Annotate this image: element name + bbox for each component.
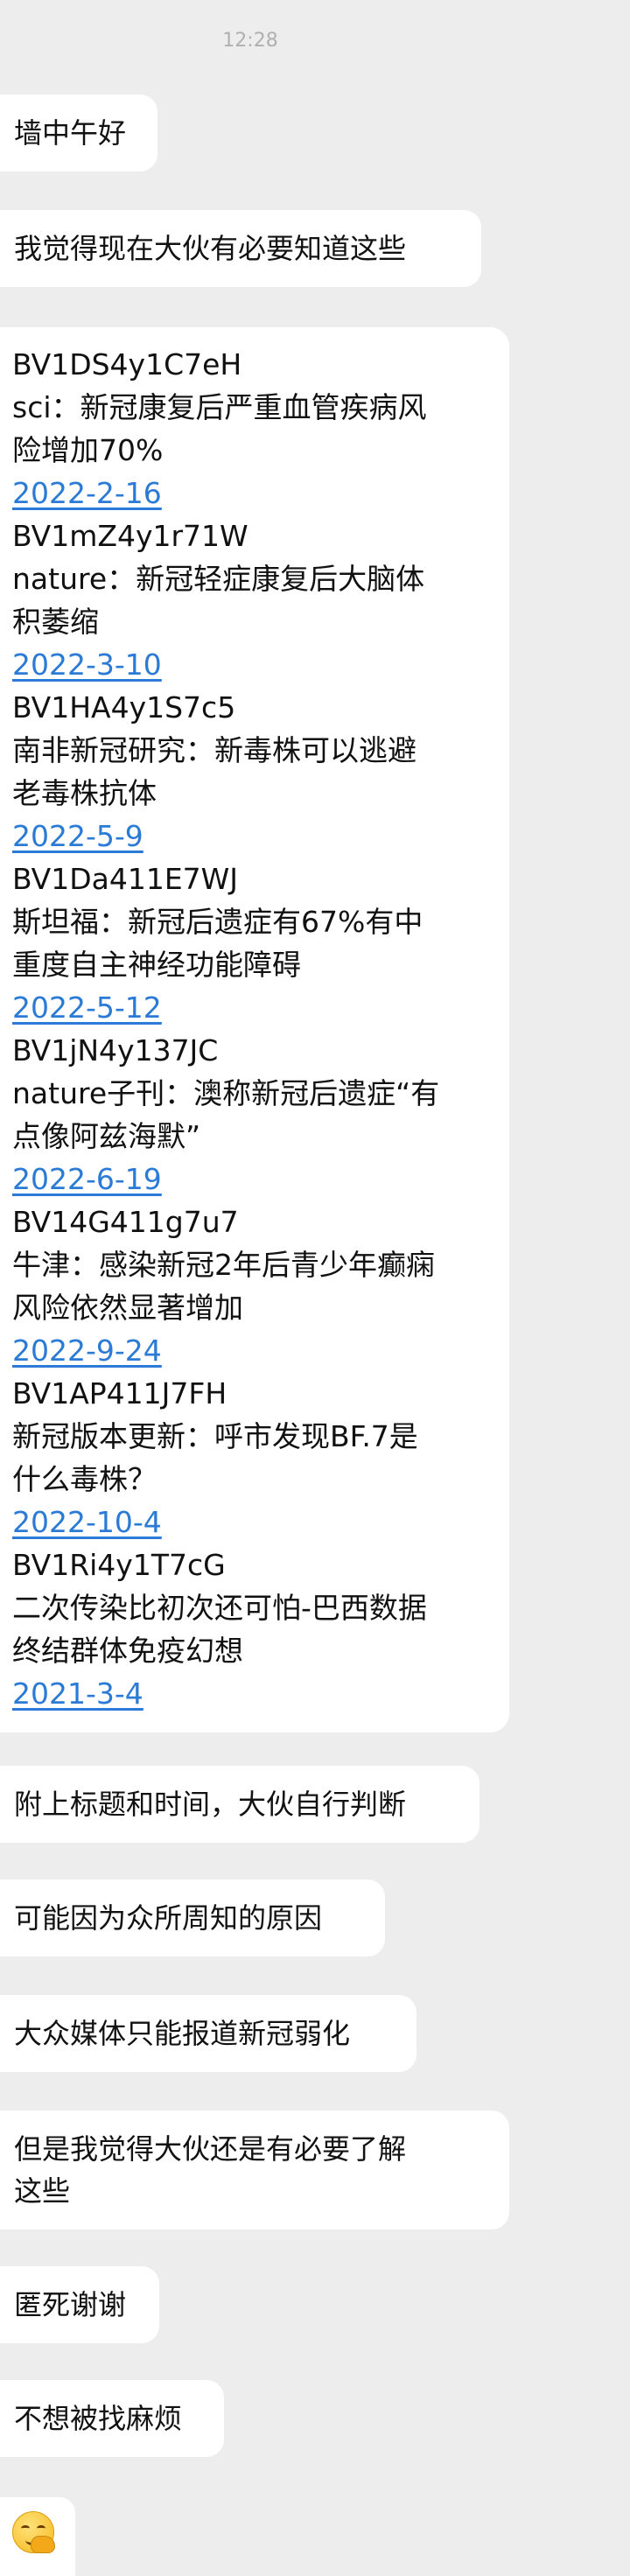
video-title: 二次传染比初次还可怕-巴西数据 终结群体免疫幻想 <box>12 1591 427 1668</box>
message-text: 可能因为众所周知的原因 <box>14 1901 323 1935</box>
message-text: 但是我觉得大伙还是有必要了解 <box>14 2132 407 2166</box>
video-title: 牛津：感染新冠2年后青少年癫痫 风险依然显著增加 <box>12 1248 435 1325</box>
video-title: nature子刊：澳称新冠后遗症“有 点像阿兹海默” <box>12 1076 440 1153</box>
video-title: sci：新冠康复后严重血管疾病风 险增加70% <box>12 390 427 467</box>
date-link[interactable]: 2022-3-10 <box>12 643 495 686</box>
video-id: BV1mZ4y1r71W <box>12 519 248 553</box>
video-id: BV1jN4y137JC <box>12 1033 219 1068</box>
video-id: BV1Ri4y1T7cG <box>12 1548 226 1582</box>
message-text: 我觉得现在大伙有必要知道这些 <box>14 232 407 265</box>
entry: BV14G411g7u7 牛津：感染新冠2年后青少年癫痫 风险依然显著增加 20… <box>12 1200 495 1372</box>
chat-message-list: BV1DS4y1C7eH sci：新冠康复后严重血管疾病风 险增加70% 202… <box>0 327 509 1732</box>
chat-message: 我觉得现在大伙有必要知道这些 <box>0 210 481 287</box>
video-title: 南非新冠研究：新毒株可以逃避 老毒株抗体 <box>12 733 416 810</box>
message-text: 墙中午好 <box>14 116 127 150</box>
date-link[interactable]: 2022-10-4 <box>12 1501 495 1544</box>
entry: BV1Ri4y1T7cG 二次传染比初次还可怕-巴西数据 终结群体免疫幻想 20… <box>12 1544 495 1715</box>
hand-over-mouth-emoji-icon <box>12 2511 55 2553</box>
date-link[interactable]: 2022-5-9 <box>12 815 495 858</box>
message-text: 这些 <box>14 2174 71 2208</box>
video-id: BV1Da411E7WJ <box>12 862 239 896</box>
video-id: BV14G411g7u7 <box>12 1205 239 1239</box>
entry: BV1Da411E7WJ 斯坦福：新冠后遗症有67%有中 重度自主神经功能障碍 … <box>12 858 495 1029</box>
chat-message: 墙中午好 <box>0 94 158 172</box>
chat-message: 不想被找麻烦 <box>0 2380 224 2457</box>
chat-message: 大众媒体只能报道新冠弱化 <box>0 1995 416 2072</box>
message-text: 不想被找麻烦 <box>14 2402 183 2435</box>
date-link[interactable]: 2022-2-16 <box>12 472 495 514</box>
date-link[interactable]: 2022-9-24 <box>12 1329 495 1372</box>
message-text: 附上标题和时间，大伙自行判断 <box>14 1788 407 1821</box>
date-link[interactable]: 2022-5-12 <box>12 986 495 1029</box>
chat-message: 匿死谢谢 <box>0 2266 159 2343</box>
video-title: nature：新冠轻症康复后大脑体 积萎缩 <box>12 562 425 639</box>
entry: BV1HA4y1S7c5 南非新冠研究：新毒株可以逃避 老毒株抗体 2022-5… <box>12 686 495 858</box>
chat-message: 附上标题和时间，大伙自行判断 <box>0 1766 480 1843</box>
video-id: BV1AP411J7FH <box>12 1376 228 1410</box>
video-id: BV1HA4y1S7c5 <box>12 690 236 724</box>
entry: BV1jN4y137JC nature子刊：澳称新冠后遗症“有 点像阿兹海默” … <box>12 1029 495 1200</box>
entry: BV1DS4y1C7eH sci：新冠康复后严重血管疾病风 险增加70% 202… <box>12 343 495 514</box>
chat-message: 但是我觉得大伙还是有必要了解 这些 <box>0 2110 509 2230</box>
message-text: 匿死谢谢 <box>14 2288 127 2321</box>
chat-message-emoji <box>0 2497 75 2576</box>
date-link[interactable]: 2021-3-4 <box>12 1672 495 1715</box>
date-link[interactable]: 2022-6-19 <box>12 1158 495 1200</box>
entry: BV1AP411J7FH 新冠版本更新：呼市发现BF.7是 什么毒株？ 2022… <box>12 1372 495 1544</box>
status-time: 12:28 <box>222 30 278 52</box>
video-title: 斯坦福：新冠后遗症有67%有中 重度自主神经功能障碍 <box>12 905 424 982</box>
entry: BV1mZ4y1r71W nature：新冠轻症康复后大脑体 积萎缩 2022-… <box>12 514 495 686</box>
video-title: 新冠版本更新：呼市发现BF.7是 什么毒株？ <box>12 1419 418 1496</box>
message-text: 大众媒体只能报道新冠弱化 <box>14 2017 351 2050</box>
video-id: BV1DS4y1C7eH <box>12 347 242 382</box>
chat-message: 可能因为众所周知的原因 <box>0 1880 385 1956</box>
